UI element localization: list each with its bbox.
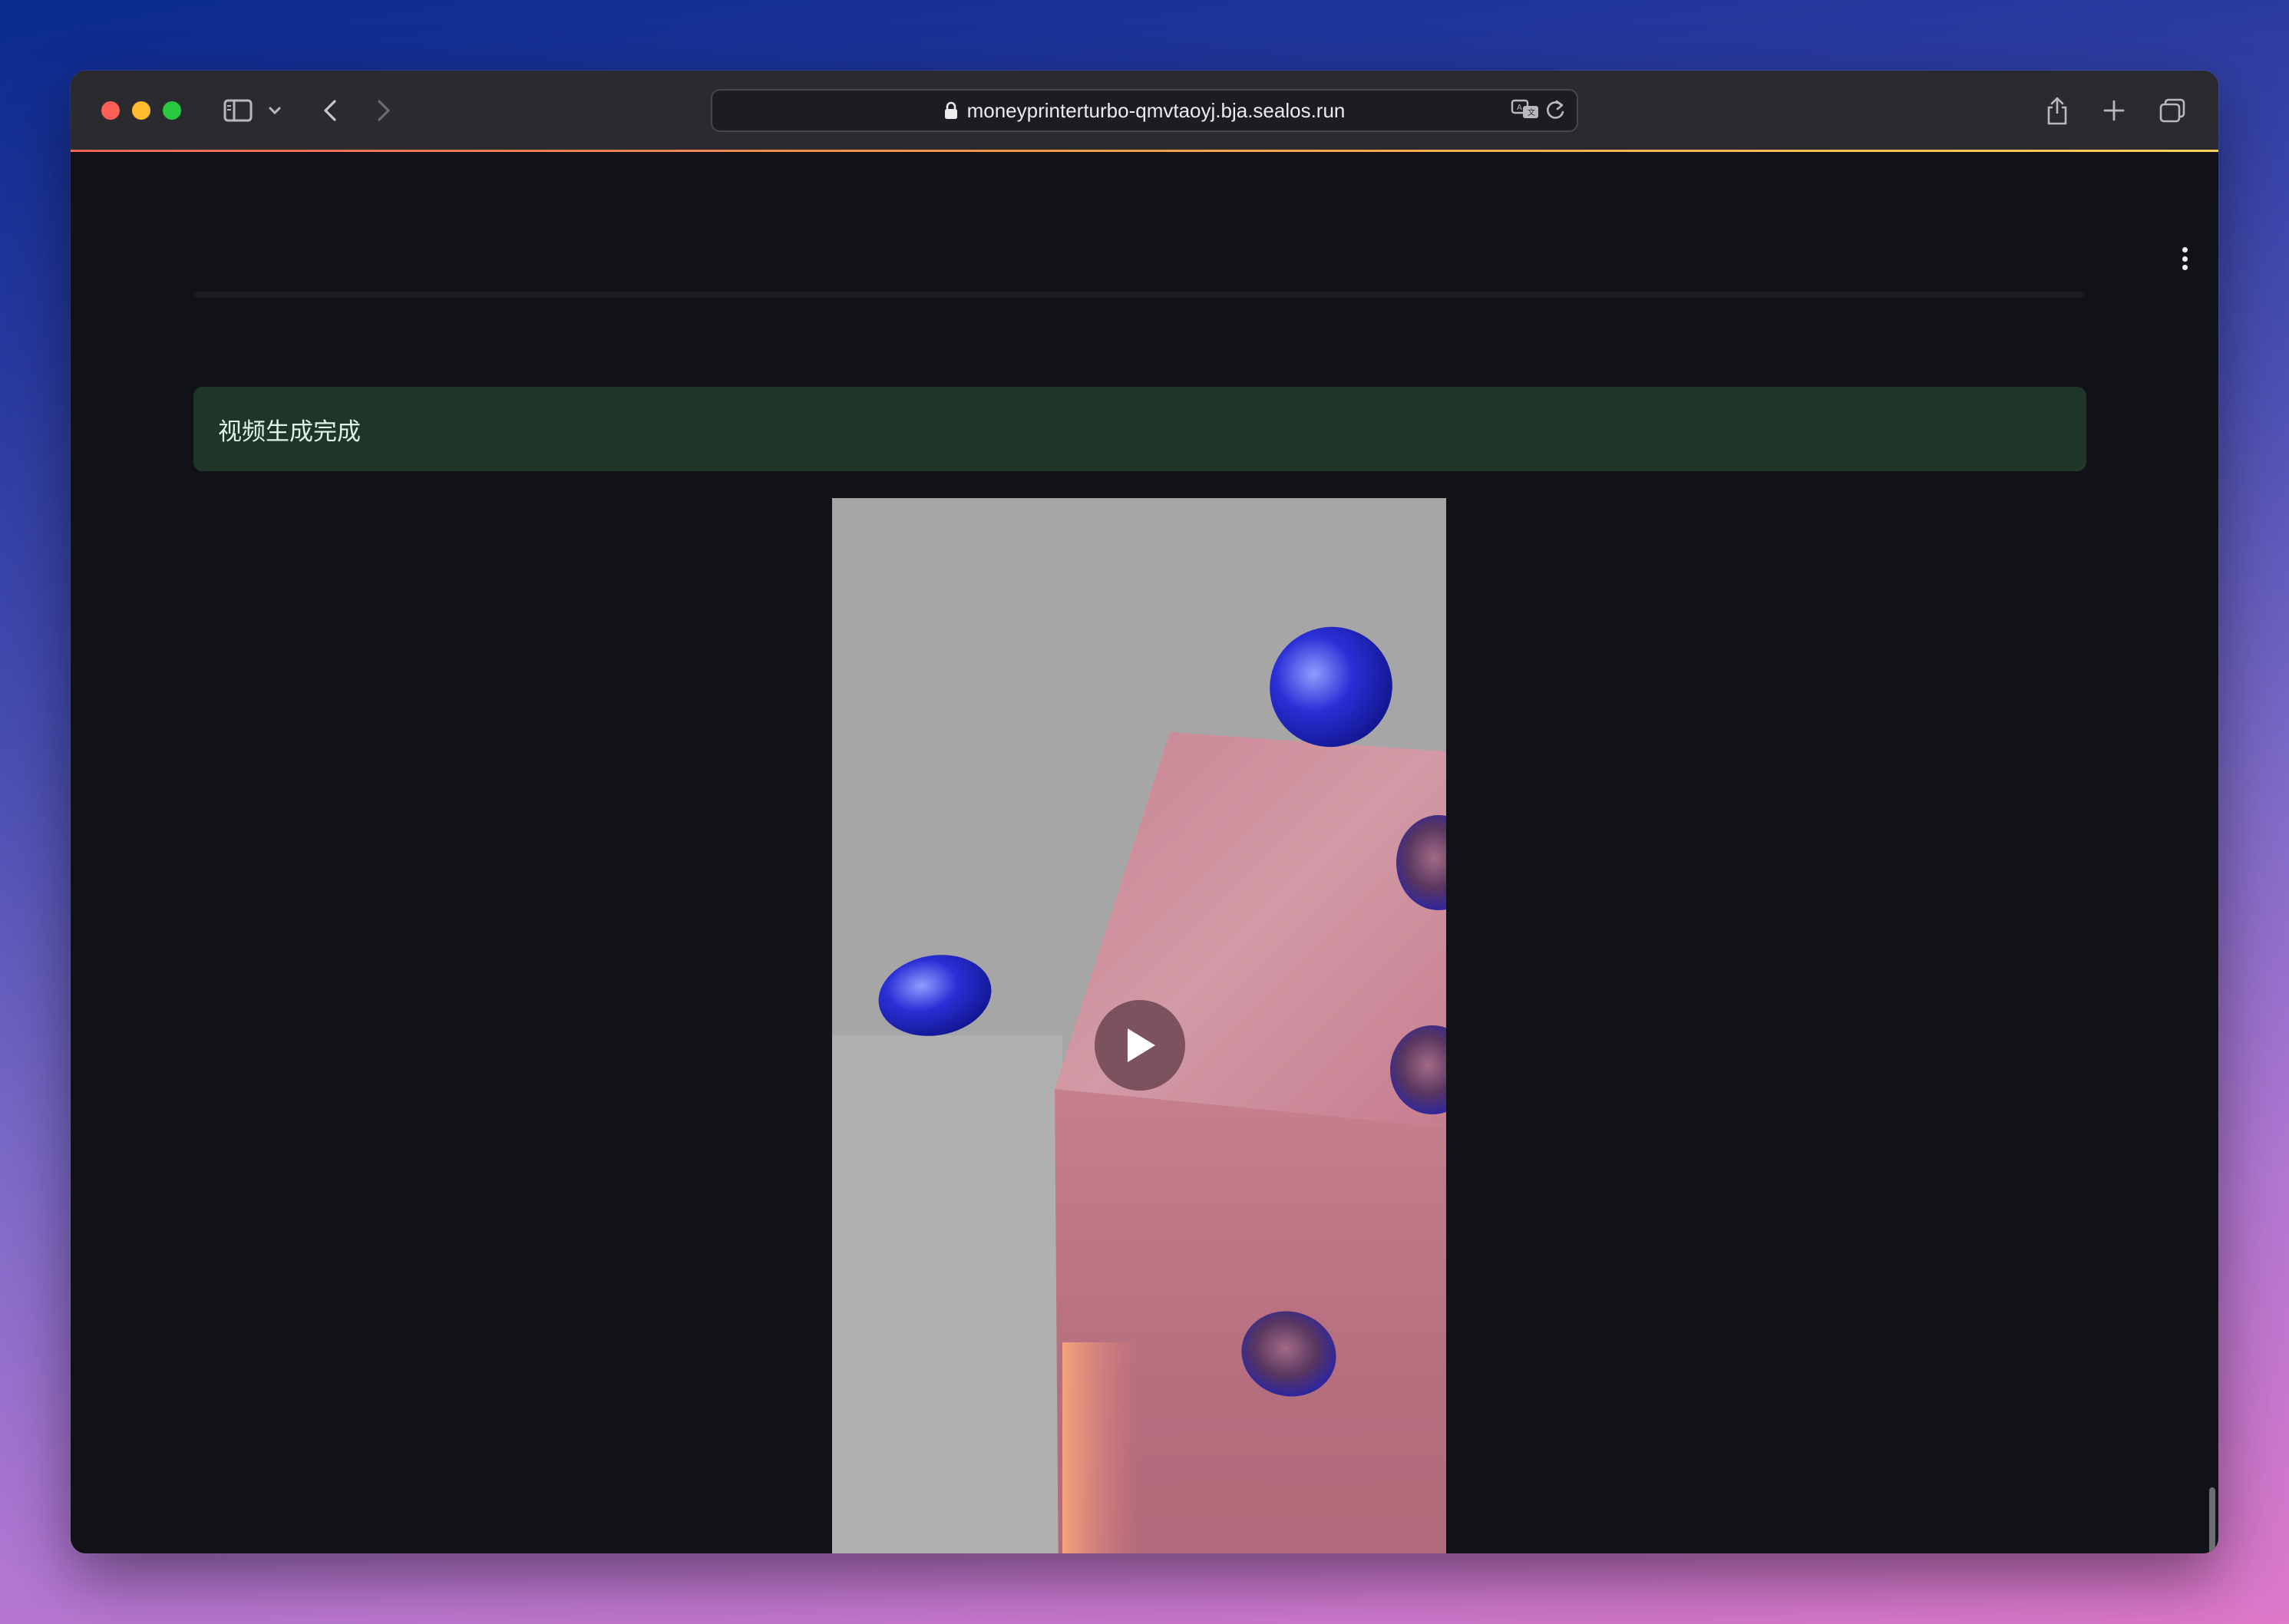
vertical-scrollbar[interactable] [2209,1487,2215,1553]
address-url: moneyprinterturbo-qmvtaoyj.bja.sealos.ru… [966,98,1346,122]
back-icon[interactable] [316,94,344,127]
chevron-down-icon[interactable] [266,94,284,127]
progress-divider [193,292,2085,298]
tab-overview-icon[interactable] [2157,94,2188,127]
kebab-menu-icon[interactable] [2180,247,2189,270]
play-icon [1128,1028,1155,1062]
address-bar[interactable]: moneyprinterturbo-qmvtaoyj.bja.sealos.ru… [711,89,1578,132]
play-button[interactable] [1095,1000,1185,1091]
video-player[interactable] [832,498,1446,1553]
sidebar-icon[interactable] [221,94,255,127]
share-icon[interactable] [2042,94,2073,127]
forward-icon[interactable] [370,94,398,127]
translate-icon[interactable]: A文 [1511,98,1541,121]
reload-icon[interactable] [1544,98,1566,121]
svg-text:A: A [1517,104,1522,112]
success-alert: 视频生成完成 [193,387,2086,471]
svg-text:文: 文 [1528,107,1535,117]
page-content: 视频生成完成 [71,152,2218,1553]
zoom-window-button[interactable] [163,101,181,120]
close-window-button[interactable] [101,101,120,120]
browser-toolbar: moneyprinterturbo-qmvtaoyj.bja.sealos.ru… [71,71,2218,152]
status-message: 视频生成完成 [218,418,361,445]
browser-window: moneyprinterturbo-qmvtaoyj.bja.sealos.ru… [71,71,2218,1553]
new-tab-icon[interactable] [2099,94,2129,127]
lock-icon [944,101,958,120]
minimize-window-button[interactable] [132,101,150,120]
